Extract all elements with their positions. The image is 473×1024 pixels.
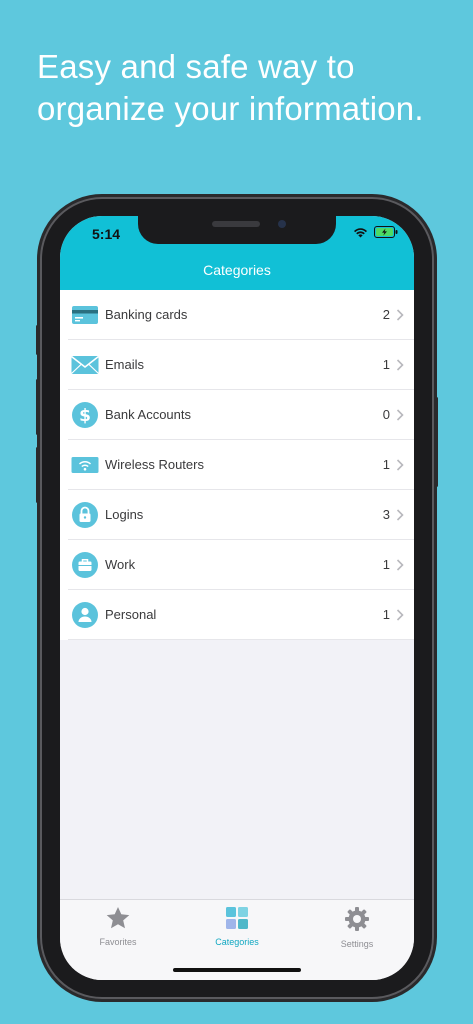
volume-up-button	[36, 379, 39, 435]
mute-switch	[36, 325, 39, 355]
category-row-work[interactable]: Work 1	[60, 540, 414, 590]
speaker-grill	[212, 221, 260, 227]
gear-icon	[345, 907, 369, 931]
star-icon	[106, 907, 130, 929]
chevron-right-icon	[396, 509, 404, 521]
category-count: 1	[382, 457, 390, 472]
briefcase-icon	[72, 552, 98, 578]
tab-label: Favorites	[99, 937, 137, 947]
front-camera	[278, 220, 286, 228]
tab-label: Categories	[215, 937, 259, 947]
volume-down-button	[36, 447, 39, 503]
headline-line-1: Easy and safe way to	[37, 48, 355, 85]
category-count: 0	[382, 407, 390, 422]
tab-label: Settings	[340, 939, 374, 949]
chevron-right-icon	[396, 459, 404, 471]
category-count: 1	[382, 607, 390, 622]
credit-card-icon	[72, 306, 98, 324]
dollar-icon: $	[72, 402, 98, 428]
category-row-wireless-routers[interactable]: Wireless Routers 1	[60, 440, 414, 490]
status-time: 5:14	[92, 226, 121, 242]
tab-categories[interactable]: Categories	[192, 906, 282, 947]
notch	[138, 216, 336, 244]
phone-screen: 5:14 Categories Banking cards 2 Emails 1…	[60, 216, 414, 980]
category-row-bank-accounts[interactable]: $ Bank Accounts 0	[60, 390, 414, 440]
category-label: Wireless Routers	[105, 457, 204, 472]
category-label: Emails	[105, 357, 145, 372]
category-count: 1	[382, 357, 390, 372]
category-row-emails[interactable]: Emails 1	[60, 340, 414, 390]
category-row-banking-cards[interactable]: Banking cards 2	[60, 290, 414, 340]
category-count: 2	[382, 307, 390, 322]
category-label: Banking cards	[105, 307, 188, 322]
tab-favorites[interactable]: Favorites	[73, 906, 163, 947]
category-list: Banking cards 2 Emails 1 $ Bank Accounts…	[60, 290, 414, 640]
category-row-logins[interactable]: Logins 3	[60, 490, 414, 540]
wifi-icon	[354, 227, 367, 237]
nav-title: Categories	[203, 262, 271, 278]
wifi-router-icon	[71, 457, 99, 473]
person-icon	[72, 602, 98, 628]
tab-bar: Favorites Categories Settings	[60, 899, 414, 980]
category-label: Bank Accounts	[105, 407, 191, 422]
tab-settings[interactable]: Settings	[312, 906, 402, 949]
status-icons	[353, 226, 398, 238]
chevron-right-icon	[396, 609, 404, 621]
category-row-personal[interactable]: Personal 1	[60, 590, 414, 640]
home-indicator	[173, 968, 301, 972]
category-label: Personal	[105, 607, 157, 622]
lock-icon	[72, 502, 98, 528]
headline-line-2: organize your information.	[37, 90, 424, 127]
chevron-right-icon	[396, 559, 404, 571]
envelope-icon	[71, 355, 99, 374]
svg-text:$: $	[79, 406, 91, 426]
category-count: 3	[382, 507, 390, 522]
headline: Easy and safe way to organize your infor…	[37, 46, 467, 130]
battery-charging-icon	[374, 226, 398, 238]
chevron-right-icon	[396, 409, 404, 421]
chevron-right-icon	[396, 309, 404, 321]
grid-icon	[226, 907, 248, 929]
side-button	[435, 397, 438, 487]
category-label: Logins	[105, 507, 144, 522]
chevron-right-icon	[396, 359, 404, 371]
phone-frame: 5:14 Categories Banking cards 2 Emails 1…	[36, 197, 438, 999]
category-label: Work	[105, 557, 136, 572]
category-count: 1	[382, 557, 390, 572]
